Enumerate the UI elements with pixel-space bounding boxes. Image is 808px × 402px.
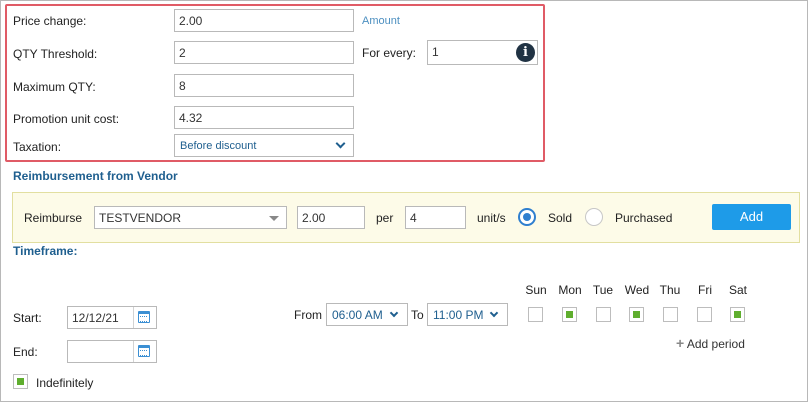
timeframe-title: Timeframe: [13, 244, 78, 258]
sold-radio[interactable] [518, 208, 536, 226]
indefinitely-label: Indefinitely [36, 376, 94, 390]
start-date-input[interactable]: 12/12/21 [67, 306, 157, 329]
purchased-label: Purchased [615, 211, 673, 225]
qty-threshold-input[interactable]: 2 [174, 41, 354, 64]
day-label-thu: Thu [659, 283, 681, 297]
day-checkbox-sun[interactable] [528, 307, 543, 322]
day-label-fri: Fri [698, 283, 712, 297]
chevron-down-icon [335, 138, 346, 149]
from-label: From [294, 308, 322, 322]
end-date-input[interactable] [67, 340, 157, 363]
start-date-value: 12/12/21 [72, 311, 119, 325]
add-period-label: Add period [686, 337, 745, 351]
units-input[interactable]: 4 [405, 206, 466, 229]
to-time-value: 11:00 PM [433, 308, 484, 322]
caret-down-icon [269, 216, 279, 221]
max-qty-label: Maximum QTY: [13, 80, 96, 94]
calendar-icon[interactable] [138, 345, 150, 357]
reimburse-amount-input[interactable]: 2.00 [297, 206, 365, 229]
add-button[interactable]: Add [712, 204, 791, 230]
from-time-value: 06:00 AM [332, 308, 383, 322]
calendar-icon[interactable] [138, 311, 150, 323]
day-checkbox-fri[interactable] [697, 307, 712, 322]
day-checkbox-mon[interactable] [562, 307, 577, 322]
info-icon[interactable]: i [516, 43, 535, 62]
price-change-input[interactable]: 2.00 [174, 9, 354, 32]
chevron-down-icon [389, 308, 399, 318]
indefinitely-checkbox[interactable] [13, 374, 28, 389]
start-label: Start: [13, 311, 42, 325]
day-checkbox-sat[interactable] [730, 307, 745, 322]
chevron-down-icon [489, 308, 499, 318]
qty-threshold-label: QTY Threshold: [13, 47, 98, 61]
day-label-sun: Sun [525, 283, 547, 297]
amount-link[interactable]: Amount [362, 15, 400, 27]
end-date-divider [133, 341, 134, 362]
day-label-mon: Mon [558, 283, 582, 297]
start-date-divider [133, 307, 134, 328]
day-label-sat: Sat [728, 283, 747, 297]
end-label: End: [13, 345, 38, 359]
purchased-radio[interactable] [585, 208, 603, 226]
day-checkbox-wed[interactable] [629, 307, 644, 322]
unit-label: unit/s [477, 211, 506, 225]
to-label: To [411, 308, 424, 322]
from-time-select[interactable]: 06:00 AM [326, 303, 408, 326]
max-qty-input[interactable]: 8 [174, 74, 354, 97]
taxation-select[interactable]: Before discount [174, 134, 354, 157]
reimbursement-title: Reimbursement from Vendor [13, 169, 178, 183]
for-every-label: For every: [362, 46, 417, 60]
add-period-link[interactable]: + Add period [676, 335, 745, 351]
taxation-label: Taxation: [13, 140, 62, 154]
reimburse-label: Reimburse [24, 211, 83, 225]
unit-cost-input[interactable]: 4.32 [174, 106, 354, 129]
day-checkbox-tue[interactable] [596, 307, 611, 322]
to-time-select[interactable]: 11:00 PM [427, 303, 508, 326]
day-label-tue: Tue [592, 283, 614, 297]
per-label: per [376, 211, 394, 225]
day-label-wed: Wed [624, 283, 650, 297]
plus-icon: + [676, 335, 685, 351]
price-change-label: Price change: [13, 14, 87, 28]
taxation-value: Before discount [180, 140, 257, 152]
unit-cost-label: Promotion unit cost: [13, 112, 120, 126]
day-checkbox-thu[interactable] [663, 307, 678, 322]
sold-label: Sold [548, 211, 573, 225]
vendor-select[interactable]: TESTVENDOR [94, 206, 287, 229]
vendor-value: TESTVENDOR [99, 211, 182, 225]
